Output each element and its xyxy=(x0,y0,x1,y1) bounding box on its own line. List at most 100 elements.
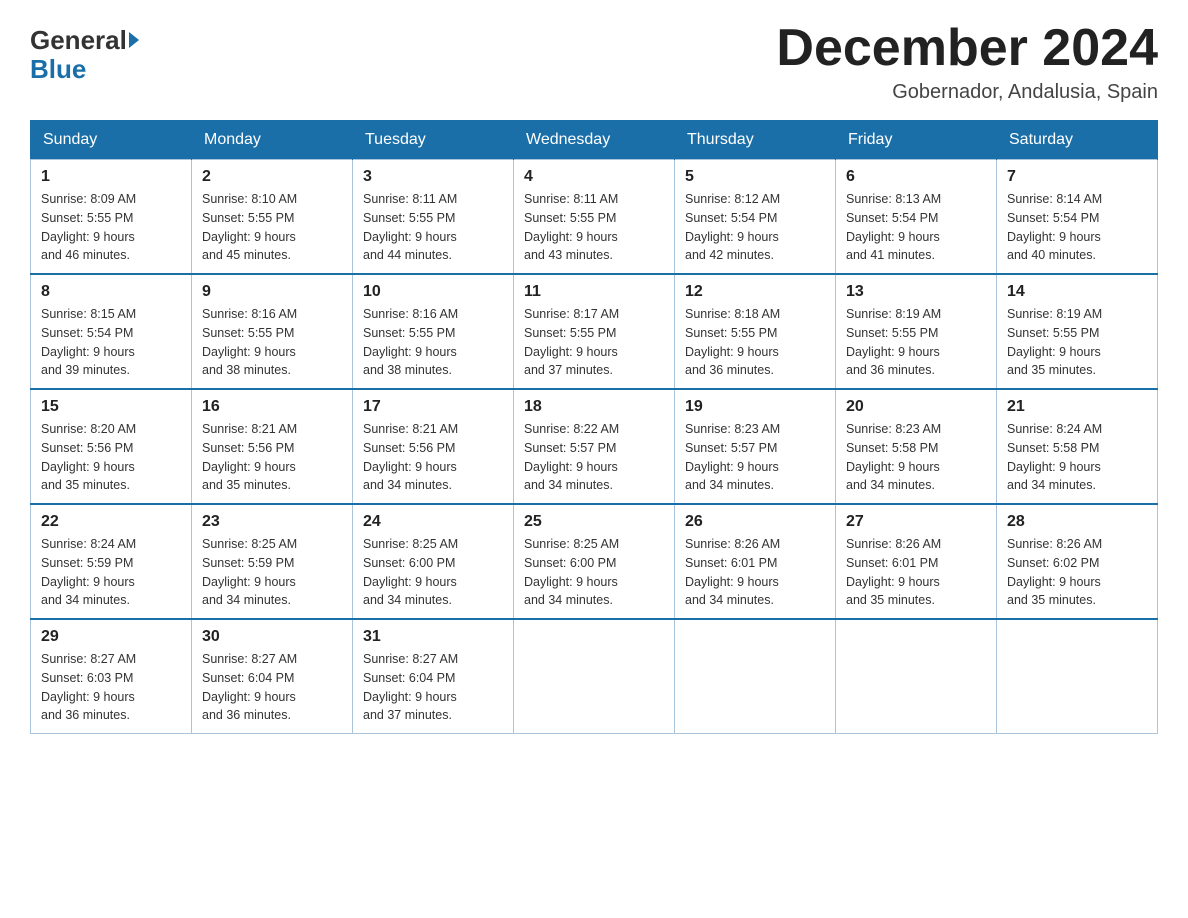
day-number: 26 xyxy=(685,513,825,531)
day-number: 21 xyxy=(1007,398,1147,416)
day-number: 17 xyxy=(363,398,503,416)
day-info: Sunrise: 8:22 AMSunset: 5:57 PMDaylight:… xyxy=(524,420,664,495)
page-header: GeneralBlue December 2024 Gobernador, An… xyxy=(30,20,1158,104)
day-number: 23 xyxy=(202,513,342,531)
header-tuesday: Tuesday xyxy=(353,121,514,160)
day-number: 10 xyxy=(363,283,503,301)
day-info: Sunrise: 8:19 AMSunset: 5:55 PMDaylight:… xyxy=(1007,305,1147,380)
day-number: 11 xyxy=(524,283,664,301)
day-info: Sunrise: 8:26 AMSunset: 6:01 PMDaylight:… xyxy=(685,535,825,610)
calendar-day-cell: 10 Sunrise: 8:16 AMSunset: 5:55 PMDayligh… xyxy=(353,274,514,389)
day-info: Sunrise: 8:27 AMSunset: 6:04 PMDaylight:… xyxy=(202,650,342,725)
day-number: 25 xyxy=(524,513,664,531)
calendar-day-cell: 17 Sunrise: 8:21 AMSunset: 5:56 PMDayligh… xyxy=(353,389,514,504)
day-info: Sunrise: 8:21 AMSunset: 5:56 PMDaylight:… xyxy=(363,420,503,495)
calendar-day-cell: 13 Sunrise: 8:19 AMSunset: 5:55 PMDayligh… xyxy=(836,274,997,389)
calendar-day-cell: 25 Sunrise: 8:25 AMSunset: 6:00 PMDayligh… xyxy=(514,504,675,619)
day-number: 1 xyxy=(41,168,181,186)
calendar-day-cell: 4 Sunrise: 8:11 AMSunset: 5:55 PMDaylight… xyxy=(514,160,675,275)
calendar-day-cell xyxy=(675,619,836,734)
calendar-day-cell: 5Sunrise: 8:12 AMSunset: 5:54 PMDaylight… xyxy=(675,160,836,275)
calendar-day-cell: 19Sunrise: 8:23 AMSunset: 5:57 PMDayligh… xyxy=(675,389,836,504)
calendar-day-cell: 29 Sunrise: 8:27 AMSunset: 6:03 PMDayligh… xyxy=(31,619,192,734)
day-number: 27 xyxy=(846,513,986,531)
calendar-day-cell: 23 Sunrise: 8:25 AMSunset: 5:59 PMDayligh… xyxy=(192,504,353,619)
month-year-title: December 2024 xyxy=(776,20,1158,77)
calendar-day-cell: 28Sunrise: 8:26 AMSunset: 6:02 PMDayligh… xyxy=(997,504,1158,619)
header-monday: Monday xyxy=(192,121,353,160)
day-info: Sunrise: 8:26 AMSunset: 6:01 PMDaylight:… xyxy=(846,535,986,610)
calendar-header-row: SundayMondayTuesdayWednesdayThursdayFrid… xyxy=(31,121,1158,160)
day-number: 4 xyxy=(524,168,664,186)
calendar-day-cell: 18 Sunrise: 8:22 AMSunset: 5:57 PMDayligh… xyxy=(514,389,675,504)
day-info: Sunrise: 8:15 AMSunset: 5:54 PMDaylight:… xyxy=(41,305,181,380)
day-info: Sunrise: 8:18 AMSunset: 5:55 PMDaylight:… xyxy=(685,305,825,380)
day-info: Sunrise: 8:27 AMSunset: 6:04 PMDaylight:… xyxy=(363,650,503,725)
calendar-day-cell: 11 Sunrise: 8:17 AMSunset: 5:55 PMDayligh… xyxy=(514,274,675,389)
day-number: 2 xyxy=(202,168,342,186)
day-number: 30 xyxy=(202,628,342,646)
logo: GeneralBlue xyxy=(30,20,139,83)
calendar-day-cell: 22 Sunrise: 8:24 AMSunset: 5:59 PMDayligh… xyxy=(31,504,192,619)
day-info: Sunrise: 8:13 AMSunset: 5:54 PMDaylight:… xyxy=(846,190,986,265)
title-area: December 2024 Gobernador, Andalusia, Spa… xyxy=(776,20,1158,104)
day-info: Sunrise: 8:14 AMSunset: 5:54 PMDaylight:… xyxy=(1007,190,1147,265)
day-info: Sunrise: 8:23 AMSunset: 5:58 PMDaylight:… xyxy=(846,420,986,495)
calendar-day-cell: 8 Sunrise: 8:15 AMSunset: 5:54 PMDaylight… xyxy=(31,274,192,389)
day-info: Sunrise: 8:20 AMSunset: 5:56 PMDaylight:… xyxy=(41,420,181,495)
calendar-day-cell: 27 Sunrise: 8:26 AMSunset: 6:01 PMDayligh… xyxy=(836,504,997,619)
day-number: 18 xyxy=(524,398,664,416)
calendar-table: SundayMondayTuesdayWednesdayThursdayFrid… xyxy=(30,120,1158,734)
day-number: 5 xyxy=(685,168,825,186)
day-info: Sunrise: 8:25 AMSunset: 6:00 PMDaylight:… xyxy=(524,535,664,610)
calendar-day-cell: 12Sunrise: 8:18 AMSunset: 5:55 PMDayligh… xyxy=(675,274,836,389)
location-subtitle: Gobernador, Andalusia, Spain xyxy=(776,81,1158,104)
day-number: 14 xyxy=(1007,283,1147,301)
calendar-day-cell: 20 Sunrise: 8:23 AMSunset: 5:58 PMDayligh… xyxy=(836,389,997,504)
logo-text: GeneralBlue xyxy=(30,26,139,83)
calendar-day-cell: 6 Sunrise: 8:13 AMSunset: 5:54 PMDaylight… xyxy=(836,160,997,275)
calendar-week-row: 1 Sunrise: 8:09 AMSunset: 5:55 PMDaylight… xyxy=(31,160,1158,275)
day-info: Sunrise: 8:09 AMSunset: 5:55 PMDaylight:… xyxy=(41,190,181,265)
day-number: 24 xyxy=(363,513,503,531)
day-info: Sunrise: 8:27 AMSunset: 6:03 PMDaylight:… xyxy=(41,650,181,725)
day-info: Sunrise: 8:16 AMSunset: 5:55 PMDaylight:… xyxy=(202,305,342,380)
logo-blue: Blue xyxy=(30,54,86,84)
day-info: Sunrise: 8:23 AMSunset: 5:57 PMDaylight:… xyxy=(685,420,825,495)
day-info: Sunrise: 8:11 AMSunset: 5:55 PMDaylight:… xyxy=(363,190,503,265)
day-number: 8 xyxy=(41,283,181,301)
calendar-week-row: 29 Sunrise: 8:27 AMSunset: 6:03 PMDayligh… xyxy=(31,619,1158,734)
day-number: 20 xyxy=(846,398,986,416)
day-info: Sunrise: 8:21 AMSunset: 5:56 PMDaylight:… xyxy=(202,420,342,495)
calendar-day-cell: 15 Sunrise: 8:20 AMSunset: 5:56 PMDayligh… xyxy=(31,389,192,504)
day-info: Sunrise: 8:10 AMSunset: 5:55 PMDaylight:… xyxy=(202,190,342,265)
day-number: 28 xyxy=(1007,513,1147,531)
calendar-day-cell: 21Sunrise: 8:24 AMSunset: 5:58 PMDayligh… xyxy=(997,389,1158,504)
day-info: Sunrise: 8:19 AMSunset: 5:55 PMDaylight:… xyxy=(846,305,986,380)
day-number: 7 xyxy=(1007,168,1147,186)
day-info: Sunrise: 8:17 AMSunset: 5:55 PMDaylight:… xyxy=(524,305,664,380)
day-info: Sunrise: 8:16 AMSunset: 5:55 PMDaylight:… xyxy=(363,305,503,380)
header-sunday: Sunday xyxy=(31,121,192,160)
calendar-week-row: 8 Sunrise: 8:15 AMSunset: 5:54 PMDaylight… xyxy=(31,274,1158,389)
calendar-day-cell: 26 Sunrise: 8:26 AMSunset: 6:01 PMDayligh… xyxy=(675,504,836,619)
calendar-day-cell xyxy=(514,619,675,734)
day-number: 9 xyxy=(202,283,342,301)
calendar-day-cell: 14 Sunrise: 8:19 AMSunset: 5:55 PMDayligh… xyxy=(997,274,1158,389)
day-info: Sunrise: 8:25 AMSunset: 5:59 PMDaylight:… xyxy=(202,535,342,610)
calendar-week-row: 15 Sunrise: 8:20 AMSunset: 5:56 PMDayligh… xyxy=(31,389,1158,504)
day-info: Sunrise: 8:11 AMSunset: 5:55 PMDaylight:… xyxy=(524,190,664,265)
day-number: 29 xyxy=(41,628,181,646)
header-saturday: Saturday xyxy=(997,121,1158,160)
day-info: Sunrise: 8:24 AMSunset: 5:59 PMDaylight:… xyxy=(41,535,181,610)
day-number: 16 xyxy=(202,398,342,416)
calendar-day-cell: 16 Sunrise: 8:21 AMSunset: 5:56 PMDayligh… xyxy=(192,389,353,504)
day-number: 13 xyxy=(846,283,986,301)
day-number: 15 xyxy=(41,398,181,416)
calendar-day-cell: 3Sunrise: 8:11 AMSunset: 5:55 PMDaylight… xyxy=(353,160,514,275)
header-friday: Friday xyxy=(836,121,997,160)
day-number: 6 xyxy=(846,168,986,186)
calendar-day-cell: 30 Sunrise: 8:27 AMSunset: 6:04 PMDayligh… xyxy=(192,619,353,734)
header-thursday: Thursday xyxy=(675,121,836,160)
day-number: 22 xyxy=(41,513,181,531)
